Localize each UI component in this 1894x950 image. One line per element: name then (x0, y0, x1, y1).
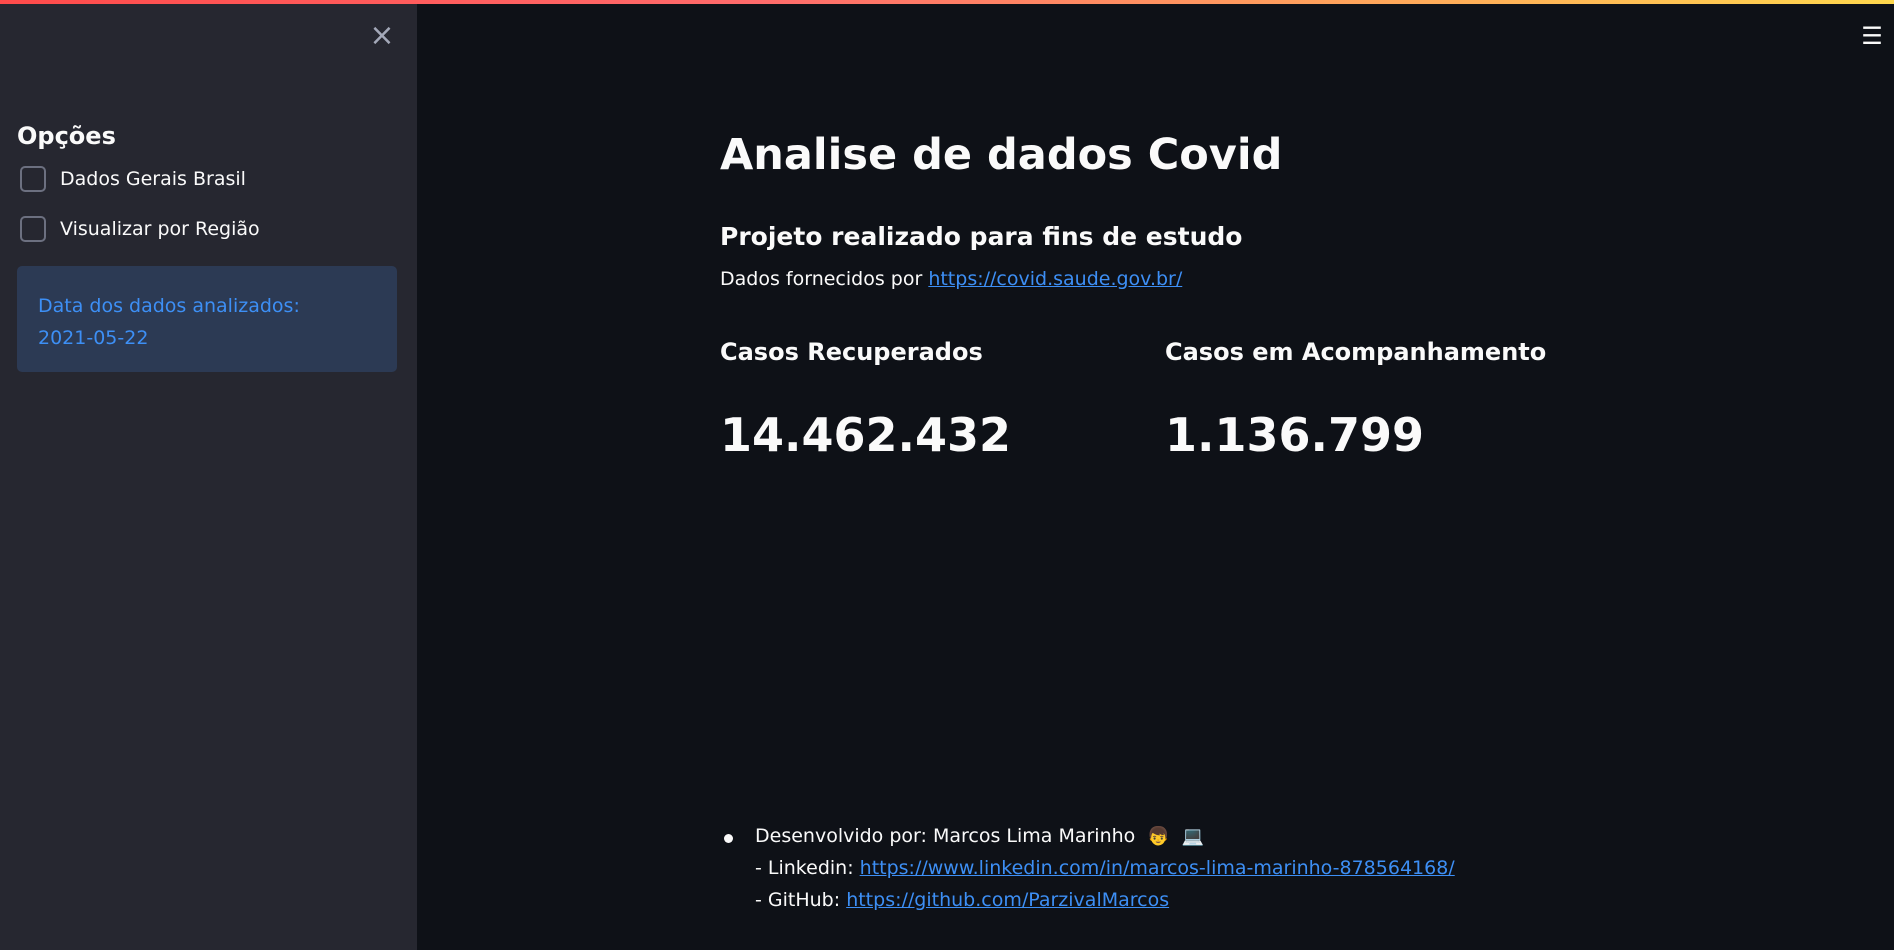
github-link[interactable]: https://github.com/ParzivalMarcos (846, 889, 1169, 911)
github-prefix: - GitHub: (755, 889, 841, 911)
data-source-prefix: Dados fornecidos por (720, 268, 923, 290)
data-source-link[interactable]: https://covid.saude.gov.br/ (928, 268, 1182, 290)
decoration-top-bar (0, 0, 1894, 4)
info-line-label: Data dos dados analizados: (38, 295, 300, 317)
linkedin-prefix: - Linkedin: (755, 857, 854, 879)
credits-developer: Desenvolvido por: Marcos Lima Marinho 👦 … (755, 820, 1204, 853)
metric-value-recuperados: 14.462.432 (720, 408, 1012, 462)
bullet-icon (724, 834, 733, 843)
checkbox-label: Dados Gerais Brasil (60, 168, 246, 190)
sidebar: × Opções Dados Gerais Brasil Visualizar … (0, 0, 417, 950)
developer-text: Desenvolvido por: Marcos Lima Marinho (755, 825, 1136, 847)
metric-value-acompanhamento: 1.136.799 (1165, 408, 1424, 462)
close-icon[interactable]: × (368, 20, 396, 52)
page-title: Analise de dados Covid (720, 130, 1283, 180)
menu-icon[interactable]: ☰ (1858, 22, 1886, 50)
credits-linkedin: - Linkedin: https://www.linkedin.com/in/… (755, 852, 1455, 884)
checkbox-label: Visualizar por Região (60, 218, 260, 240)
data-source: Dados fornecidos por https://covid.saude… (720, 268, 1182, 290)
checkbox-visualizar-por-regiao[interactable]: Visualizar por Região (20, 216, 260, 242)
laptop-emoji-icon: 💻 (1181, 826, 1205, 847)
page-subtitle: Projeto realizado para fins de estudo (720, 222, 1243, 251)
info-box: Data dos dados analizados: 2021-05-22 (17, 266, 397, 372)
checkbox-dados-gerais-brasil[interactable]: Dados Gerais Brasil (20, 166, 246, 192)
info-line-date: 2021-05-22 (38, 327, 149, 349)
checkbox-box[interactable] (20, 166, 46, 192)
metric-label-recuperados: Casos Recuperados (720, 338, 983, 366)
linkedin-link[interactable]: https://www.linkedin.com/in/marcos-lima-… (860, 857, 1455, 879)
credits-github: - GitHub: https://github.com/ParzivalMar… (755, 884, 1169, 916)
checkbox-box[interactable] (20, 216, 46, 242)
sidebar-title: Opções (17, 122, 116, 150)
boy-emoji-icon: 👦 (1147, 826, 1170, 847)
metric-label-acompanhamento: Casos em Acompanhamento (1165, 338, 1547, 366)
